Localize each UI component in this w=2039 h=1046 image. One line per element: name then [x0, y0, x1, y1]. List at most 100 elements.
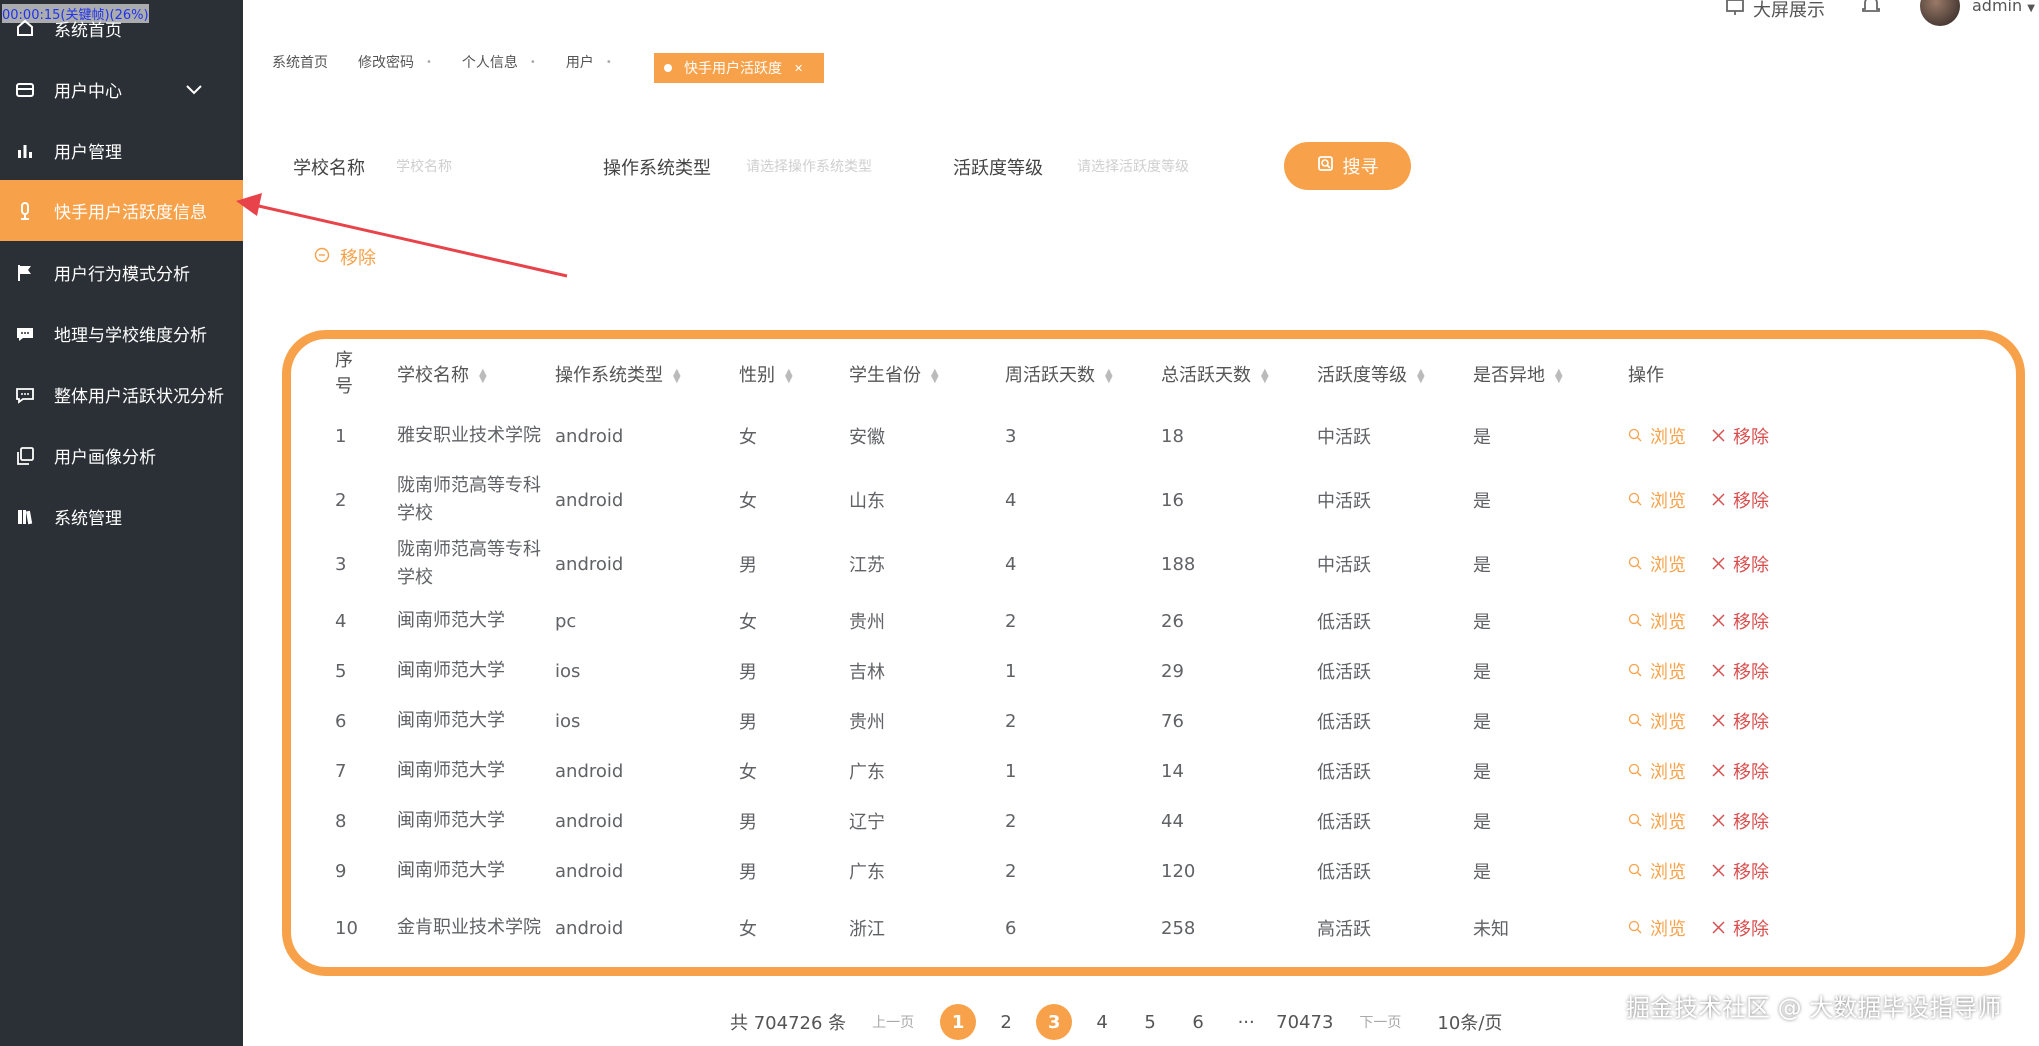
col-os[interactable]: 操作系统类型 ▲ ▼: [555, 344, 739, 404]
sidebar-item-user-center[interactable]: 用户中心: [0, 59, 243, 120]
view-button[interactable]: 浏览: [1628, 708, 1686, 734]
delete-button[interactable]: 移除: [1712, 608, 1769, 634]
page-5[interactable]: 5: [1132, 1004, 1168, 1040]
table-row: 6 闽南师范大学 ios 男 贵州 2 76 低活跃 是 浏览 移除: [335, 696, 1868, 746]
delete-button[interactable]: 移除: [1712, 808, 1769, 834]
delete-button[interactable]: 移除: [1712, 858, 1769, 884]
page-2[interactable]: 2: [988, 1004, 1024, 1040]
view-button[interactable]: 浏览: [1628, 487, 1686, 513]
close-icon: [1712, 426, 1725, 447]
page-6[interactable]: 6: [1180, 1004, 1216, 1040]
sidebar-item-portrait[interactable]: 用户画像分析: [0, 425, 243, 486]
data-table: 序号 学校名称 ▲ ▼ 操作系统类型 ▲ ▼ 性别 ▲ ▼ 学生省份 ▲ ▼ 周活跃天数 ▲ ▼ 总…: [335, 344, 1868, 960]
sidebar-item-overall[interactable]: 整体用户活跃状况分析: [0, 364, 243, 425]
tab-change-password[interactable]: 修改密码 •: [358, 52, 432, 72]
sidebar-item-label: 地理与学校维度分析: [54, 326, 207, 346]
cell-remote: 是: [1473, 662, 1491, 683]
search-button[interactable]: 搜寻: [1284, 142, 1411, 190]
view-button[interactable]: 浏览: [1628, 808, 1686, 834]
col-index: 序号: [335, 350, 353, 397]
col-total-days[interactable]: 总活跃天数 ▲ ▼: [1161, 344, 1317, 404]
cell-remote: 是: [1473, 762, 1491, 783]
view-button[interactable]: 浏览: [1628, 758, 1686, 784]
cell-weekly-days: 2: [1005, 710, 1017, 732]
cell-index: 4: [335, 610, 347, 632]
monitor-icon: [1725, 0, 1745, 22]
cell-school: 雅安职业技术学院: [397, 425, 541, 446]
col-level[interactable]: 活跃度等级 ▲ ▼: [1317, 344, 1473, 404]
cell-actions: 浏览 移除: [1628, 796, 1868, 846]
next-page-button[interactable]: 下一页: [1359, 1012, 1401, 1032]
os-select[interactable]: [746, 152, 916, 182]
view-button[interactable]: 浏览: [1628, 423, 1686, 449]
delete-button[interactable]: 移除: [1712, 487, 1769, 513]
col-weekly-days[interactable]: 周活跃天数 ▲ ▼: [1005, 344, 1161, 404]
sidebar-item-system[interactable]: 系统管理: [0, 486, 243, 547]
user-menu[interactable]: admin ▼: [1972, 0, 2035, 15]
delete-button[interactable]: 移除: [1712, 423, 1769, 449]
search-icon: [1628, 918, 1642, 939]
search-icon: [1628, 554, 1642, 575]
page-size-select[interactable]: 10条/页: [1437, 1009, 1502, 1035]
search-icon: [1628, 426, 1642, 447]
big-screen-button[interactable]: 大屏展示: [1725, 0, 1825, 22]
sidebar-item-user-manage[interactable]: 用户管理: [0, 120, 243, 181]
cell-remote: 是: [1473, 862, 1491, 883]
bell-icon[interactable]: [1860, 0, 1882, 20]
col-gender[interactable]: 性别 ▲ ▼: [739, 344, 849, 404]
col-remote[interactable]: 是否异地 ▲ ▼: [1473, 344, 1628, 404]
page-3[interactable]: 3: [1036, 1004, 1073, 1040]
delete-button[interactable]: 移除: [1712, 551, 1769, 577]
cell-level: 中活跃: [1317, 427, 1371, 448]
cell-actions: 浏览 移除: [1628, 532, 1868, 596]
view-button[interactable]: 浏览: [1628, 658, 1686, 684]
cell-school: 金肯职业技术学院: [397, 917, 541, 938]
delete-button[interactable]: 移除: [1712, 658, 1769, 684]
delete-button[interactable]: 移除: [1712, 758, 1769, 784]
page-1[interactable]: 1: [940, 1004, 977, 1040]
prev-page-button[interactable]: 上一页: [872, 1012, 914, 1032]
tab-user[interactable]: 用户 •: [566, 52, 612, 72]
cell-actions: 浏览 移除: [1628, 468, 1868, 532]
delete-button[interactable]: 移除: [1712, 915, 1769, 941]
sidebar-item-kuaishou-activity[interactable]: 快手用户活跃度信息: [0, 180, 243, 241]
cell-province: 山东: [849, 491, 885, 512]
chevron-down-icon: [185, 81, 203, 101]
level-select[interactable]: [1077, 152, 1247, 182]
cell-index: 9: [335, 860, 347, 882]
cell-os: android: [555, 917, 624, 939]
sidebar-item-behavior[interactable]: 用户行为模式分析: [0, 242, 243, 303]
school-input[interactable]: [396, 152, 546, 182]
sort-icon: ▲ ▼: [479, 367, 487, 385]
view-button[interactable]: 浏览: [1628, 858, 1686, 884]
close-icon[interactable]: ✕: [794, 62, 803, 75]
cell-province: 广东: [849, 762, 885, 783]
watermark: 掘金技术社区 @ 大数据毕设指导师: [1626, 994, 2002, 1022]
table-header-row: 序号 学校名称 ▲ ▼ 操作系统类型 ▲ ▼ 性别 ▲ ▼ 学生省份 ▲ ▼ 周活跃天数 ▲ ▼ 总…: [335, 344, 1868, 404]
cell-gender: 女: [739, 762, 757, 783]
cell-weekly-days: 3: [1005, 425, 1017, 447]
cell-school: 闽南师范大学: [397, 710, 505, 731]
book-icon: [14, 506, 36, 528]
cell-actions: 浏览 移除: [1628, 646, 1868, 696]
tab-kuaishou-activity[interactable]: 快手用户活跃度 ✕: [654, 53, 824, 83]
cell-province: 浙江: [849, 919, 885, 940]
close-icon: [1712, 918, 1725, 939]
cell-os: ios: [555, 710, 581, 732]
pagination: 共 704726 条 上一页 1 2 3 4 5 6 ··· 70473 下一页…: [730, 1004, 1502, 1040]
view-button[interactable]: 浏览: [1628, 551, 1686, 577]
col-school[interactable]: 学校名称 ▲ ▼: [397, 344, 555, 404]
col-province[interactable]: 学生省份 ▲ ▼: [849, 344, 1005, 404]
cell-actions: 浏览 移除: [1628, 896, 1868, 960]
sidebar-item-geo[interactable]: 地理与学校维度分析: [0, 303, 243, 364]
view-button[interactable]: 浏览: [1628, 915, 1686, 941]
page-ellipsis[interactable]: ···: [1228, 1004, 1264, 1040]
delete-button[interactable]: 移除: [1712, 708, 1769, 734]
cell-actions: 浏览 移除: [1628, 846, 1868, 896]
view-button[interactable]: 浏览: [1628, 608, 1686, 634]
tab-personal-info[interactable]: 个人信息 •: [462, 52, 536, 72]
page-4[interactable]: 4: [1084, 1004, 1120, 1040]
avatar[interactable]: [1920, 0, 1960, 26]
page-last[interactable]: 70473: [1276, 1004, 1333, 1040]
tab-home[interactable]: 系统首页: [272, 52, 328, 72]
